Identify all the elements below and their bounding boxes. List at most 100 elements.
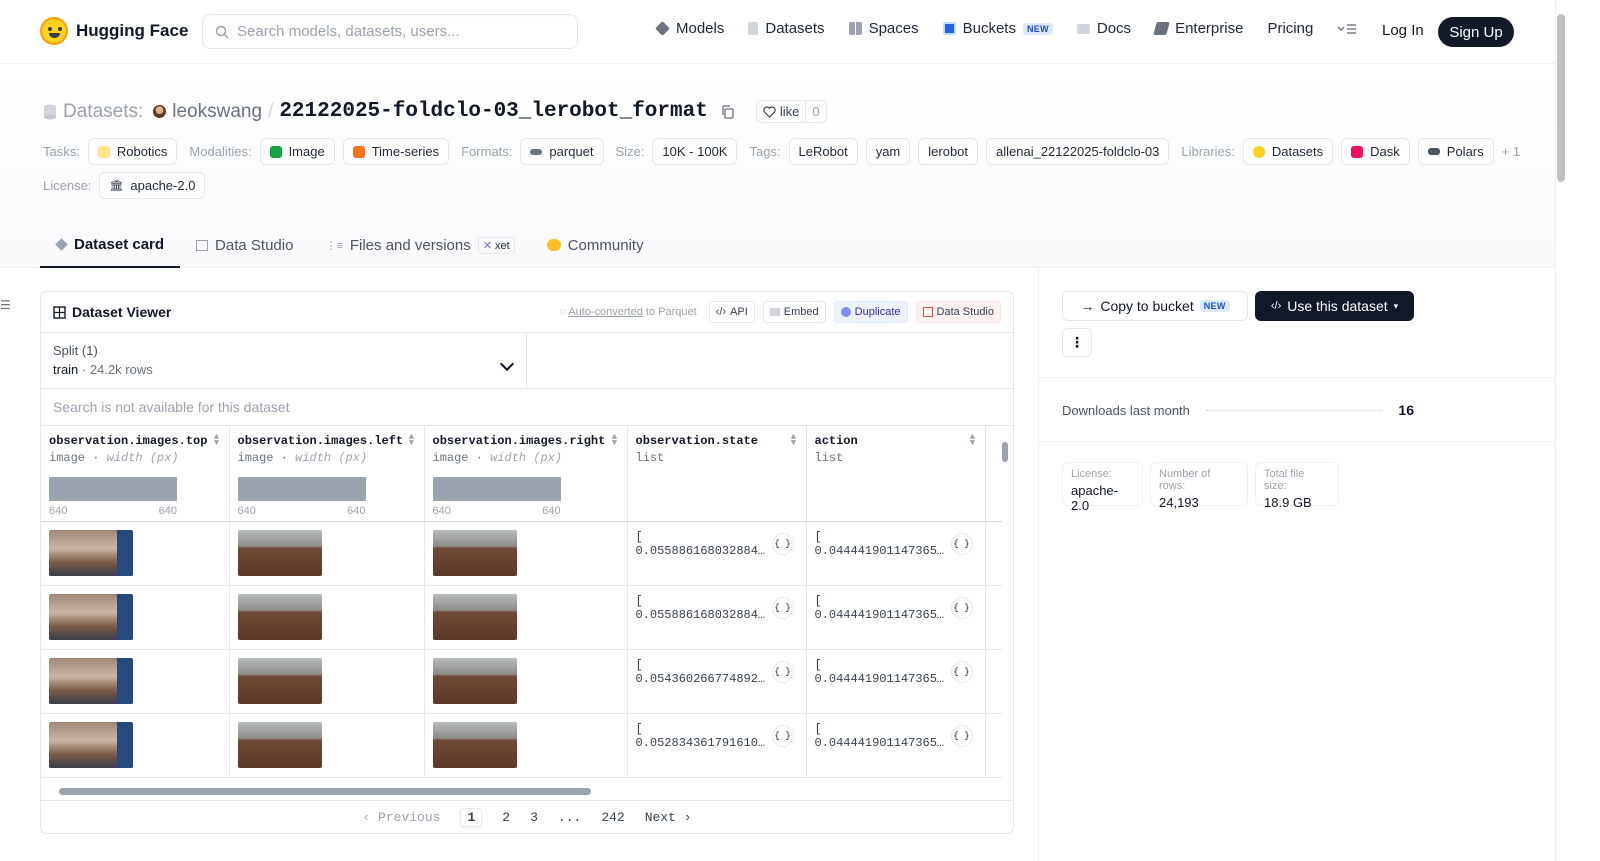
nav-spaces[interactable]: Spaces xyxy=(848,20,919,37)
tag-polars[interactable]: Polars xyxy=(1417,138,1494,165)
image-thumbnail[interactable] xyxy=(432,529,517,576)
page-number[interactable]: 3 xyxy=(530,810,538,825)
tag-size[interactable]: 10K - 100K xyxy=(652,138,738,165)
json-view-icon[interactable]: { } xyxy=(771,596,794,619)
like-button[interactable]: like 0 xyxy=(755,100,827,123)
tag-yam[interactable]: yam xyxy=(865,138,911,165)
json-view-icon[interactable]: { } xyxy=(950,724,973,747)
more-options-button[interactable]: ⋮ xyxy=(1062,328,1092,357)
tag-parquet[interactable]: parquet xyxy=(520,138,604,165)
nav-docs[interactable]: Docs xyxy=(1076,20,1131,37)
tag-time-series[interactable]: Time-series xyxy=(342,138,450,165)
scroll-thumb[interactable] xyxy=(59,788,591,795)
repo-name-link[interactable]: 22122025-foldclo-03_lerobot_format xyxy=(279,100,707,123)
tab-community[interactable]: Community xyxy=(531,222,660,268)
column-type: image xyxy=(237,451,274,465)
image-thumbnail[interactable] xyxy=(432,721,517,768)
data-studio-button[interactable]: Data Studio xyxy=(915,301,1001,323)
page-number[interactable]: 2 xyxy=(502,810,510,825)
previous-page-button[interactable]: ‹ Previous xyxy=(362,810,440,825)
tag-robotics[interactable]: Robotics xyxy=(87,138,178,165)
home-logo-link[interactable]: Hugging Face xyxy=(40,17,188,45)
api-button[interactable]: ‹/› API xyxy=(708,301,755,323)
image-thumbnail[interactable] xyxy=(237,657,322,704)
table-row[interactable]: [ 0.055886168032884…{ } [ 0.044441901147… xyxy=(41,521,1002,586)
image-thumbnail[interactable] xyxy=(49,593,133,640)
tag-lerobot-lower[interactable]: lerobot xyxy=(918,138,979,165)
hist-min: 640 xyxy=(432,505,451,517)
column-header[interactable]: observation.images.left ▲ ▼ image · width … xyxy=(229,426,425,522)
tag-datasets-lib[interactable]: Datasets xyxy=(1242,138,1334,165)
nav-datasets[interactable]: Datasets xyxy=(748,20,825,37)
image-thumbnail[interactable] xyxy=(49,529,133,576)
hist-min: 640 xyxy=(49,505,68,517)
search-box[interactable] xyxy=(202,14,578,49)
table-row[interactable]: [ 0.055886168032884…{ } [ 0.044441901147… xyxy=(41,585,1002,650)
nav-pricing[interactable]: Pricing xyxy=(1267,20,1313,37)
tag-dask[interactable]: Dask xyxy=(1341,138,1410,165)
nav-models[interactable]: Models xyxy=(655,20,724,37)
image-thumbnail[interactable] xyxy=(49,657,133,704)
cell-value: [ 0.055886168032884… xyxy=(635,593,766,622)
sort-icon[interactable]: ▲ ▼ xyxy=(611,433,619,448)
sort-icon[interactable]: ▲ ▼ xyxy=(213,433,221,448)
image-thumbnail[interactable] xyxy=(237,593,322,640)
signup-button[interactable]: Sign Up xyxy=(1438,17,1514,47)
nav-datasets-label: Datasets xyxy=(765,20,825,37)
image-thumbnail[interactable] xyxy=(237,529,322,576)
histogram-bar[interactable] xyxy=(49,477,177,501)
page-scroll-thumb[interactable] xyxy=(1557,14,1565,182)
nav-enterprise[interactable]: Enterprise xyxy=(1153,20,1243,37)
scroll-thumb[interactable] xyxy=(1002,442,1008,462)
copy-icon[interactable] xyxy=(720,104,736,120)
image-thumbnail[interactable] xyxy=(49,721,133,768)
duplicate-button[interactable]: Duplicate xyxy=(833,301,908,323)
sort-icon[interactable]: ▲ ▼ xyxy=(790,433,798,448)
json-view-icon[interactable]: { } xyxy=(950,660,973,683)
sort-icon[interactable]: ▲ ▼ xyxy=(408,433,416,448)
column-header[interactable]: observation.images.right ▲ ▼ image · width… xyxy=(424,426,628,522)
files-icon: ⋮≡ xyxy=(325,239,343,252)
table-row[interactable]: [ 0.052834361791610…{ } [ 0.044441901147… xyxy=(41,713,1002,778)
image-thumbnail[interactable] xyxy=(237,721,322,768)
split-selector[interactable]: Split (1) train · 24.2k rows xyxy=(41,333,527,388)
table-vertical-scrollbar[interactable] xyxy=(1000,428,1010,780)
column-header[interactable]: observation.images.top ▲ ▼ image · width (… xyxy=(41,426,230,522)
libraries-more[interactable]: + 1 xyxy=(1502,144,1520,159)
column-header[interactable]: observation.state ▲ ▼ list xyxy=(627,426,807,522)
tab-dataset-card[interactable]: Dataset card xyxy=(40,222,181,268)
column-header[interactable]: action ▲ ▼ list xyxy=(806,426,986,522)
json-view-icon[interactable]: { } xyxy=(950,532,973,555)
tag-license[interactable]: 🏛 apache-2.0 xyxy=(99,172,206,199)
nav-more-menu[interactable] xyxy=(1337,23,1357,35)
image-thumbnail[interactable] xyxy=(432,593,517,640)
next-page-button[interactable]: Next › xyxy=(645,810,692,825)
use-this-dataset-button[interactable]: ‹/› Use this dataset ▾ xyxy=(1255,291,1414,321)
page-number[interactable]: 1 xyxy=(460,808,483,827)
tag-label: Polars xyxy=(1446,144,1484,159)
table-horizontal-scrollbar[interactable] xyxy=(45,786,995,796)
page-number[interactable]: 242 xyxy=(601,810,624,825)
tab-files-and-versions[interactable]: ⋮≡ Files and versions ✕ xet xyxy=(309,222,530,268)
json-view-icon[interactable]: { } xyxy=(950,596,973,619)
table-row[interactable]: [ 0.054360266774892…{ } [ 0.044441901147… xyxy=(41,649,1002,714)
tag-image[interactable]: Image xyxy=(259,138,335,165)
embed-button[interactable]: Embed xyxy=(762,301,826,323)
search-input[interactable] xyxy=(237,23,557,40)
tag-lerobot[interactable]: LeRobot xyxy=(788,138,858,165)
auto-converted-link[interactable]: Auto-converted xyxy=(568,306,643,318)
json-view-icon[interactable]: { } xyxy=(771,660,794,683)
toc-toggle-icon[interactable]: ☰ xyxy=(0,298,11,312)
sort-icon[interactable]: ▲ ▼ xyxy=(969,433,977,448)
tag-allenai[interactable]: allenai_22122025-foldclo-03 xyxy=(986,138,1170,165)
json-view-icon[interactable]: { } xyxy=(771,532,794,555)
histogram-bar[interactable] xyxy=(432,477,561,501)
repo-owner-link[interactable]: leokswang xyxy=(172,101,262,123)
histogram-bar[interactable] xyxy=(237,477,366,501)
login-link[interactable]: Log In xyxy=(1382,22,1424,39)
copy-to-bucket-button[interactable]: → Copy to bucket NEW xyxy=(1062,291,1248,321)
json-view-icon[interactable]: { } xyxy=(771,724,794,747)
image-thumbnail[interactable] xyxy=(432,657,517,704)
nav-buckets[interactable]: Buckets NEW xyxy=(942,20,1053,37)
tab-data-studio[interactable]: Data Studio xyxy=(180,222,309,268)
